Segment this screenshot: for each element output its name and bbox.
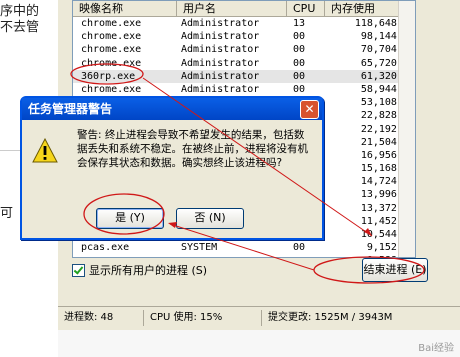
table-row[interactable]: chrome.exeAdministrator0065,720 K bbox=[73, 57, 415, 70]
process-name: chrome.exe bbox=[73, 30, 177, 43]
table-row[interactable]: chrome.exeAdministrator0098,144 K bbox=[73, 30, 415, 43]
process-cpu: 00 bbox=[287, 43, 325, 56]
show-all-label: 显示所有用户的进程 (S) bbox=[89, 262, 207, 278]
process-cpu: 00 bbox=[287, 70, 325, 83]
process-cpu: 00 bbox=[287, 241, 325, 254]
process-name: chrome.exe bbox=[73, 83, 177, 96]
table-row[interactable]: chrome.exeAdministrator13118,648 K bbox=[73, 17, 415, 30]
warning-dialog: 任务管理器警告 ✕ 警告: 终止进程会导致不希望发生的结果，包括数据丢失和系统不… bbox=[20, 96, 324, 240]
process-name: chrome.exe bbox=[73, 43, 177, 56]
process-user: Administrator bbox=[177, 43, 287, 56]
no-button[interactable]: 否 (N) bbox=[176, 208, 244, 229]
process-list-header: 映像名称 用户名 CPU 内存使用 bbox=[73, 1, 415, 17]
page-footer-strip bbox=[58, 330, 460, 357]
dialog-title: 任务管理器警告 bbox=[28, 102, 112, 116]
status-process-count: 进程数: 48 bbox=[58, 310, 144, 326]
process-user bbox=[177, 254, 287, 258]
process-cpu: 13 bbox=[287, 17, 325, 30]
process-user: Administrator bbox=[177, 57, 287, 70]
table-row[interactable]: chrome.exeAdministrator0058,944 K bbox=[73, 83, 415, 96]
status-cpu-usage: CPU 使用: 15% bbox=[144, 310, 262, 326]
process-name: chrome.exe bbox=[73, 57, 177, 70]
background-text: 可 bbox=[0, 202, 13, 221]
process-cpu: 00 bbox=[287, 57, 325, 70]
process-name: chrome.exe bbox=[73, 17, 177, 30]
process-name: pcas.exe bbox=[73, 241, 177, 254]
show-all-processes-checkbox[interactable]: 显示所有用户的进程 (S) bbox=[72, 262, 207, 278]
process-user: Administrator bbox=[177, 70, 287, 83]
yes-button[interactable]: 是 (Y) bbox=[96, 208, 164, 229]
process-name bbox=[73, 254, 177, 258]
table-row[interactable]: 360rp.exeAdministrator0061,320 K bbox=[73, 70, 415, 83]
table-row[interactable]: pcas.exeSYSTEM009,152 K bbox=[73, 241, 415, 254]
column-header-memory[interactable]: 内存使用 bbox=[325, 1, 399, 16]
background-text: 不去管 bbox=[0, 16, 39, 35]
table-row[interactable]: chrome.exeAdministrator0070,704 K bbox=[73, 43, 415, 56]
status-bar: 进程数: 48 CPU 使用: 15% 提交更改: 1525M / 3943M bbox=[58, 306, 460, 329]
process-user: Administrator bbox=[177, 17, 287, 30]
process-cpu: 00 bbox=[287, 83, 325, 96]
end-process-button[interactable]: 结束进程 (E) bbox=[362, 258, 428, 282]
status-commit-charge: 提交更改: 1525M / 3943M bbox=[262, 310, 452, 326]
checkbox-checked-icon[interactable] bbox=[72, 264, 85, 277]
column-header-cpu[interactable]: CPU bbox=[287, 1, 325, 16]
dialog-title-bar[interactable]: 任务管理器警告 ✕ bbox=[22, 98, 322, 120]
process-user: SYSTEM bbox=[177, 241, 287, 254]
process-user: Administrator bbox=[177, 30, 287, 43]
vertical-scrollbar[interactable] bbox=[398, 1, 415, 257]
process-user: Administrator bbox=[177, 83, 287, 96]
column-header-user[interactable]: 用户名 bbox=[177, 1, 287, 16]
warning-icon bbox=[32, 138, 58, 164]
dialog-message: 警告: 终止进程会导致不希望发生的结果，包括数据丢失和系统不稳定。在被终止前，进… bbox=[77, 128, 309, 170]
process-cpu bbox=[287, 254, 325, 258]
process-cpu: 00 bbox=[287, 30, 325, 43]
close-icon[interactable]: ✕ bbox=[300, 100, 319, 119]
process-name: 360rp.exe bbox=[73, 70, 177, 83]
watermark: Bai经验 bbox=[418, 339, 454, 354]
column-header-image-name[interactable]: 映像名称 bbox=[73, 1, 177, 16]
